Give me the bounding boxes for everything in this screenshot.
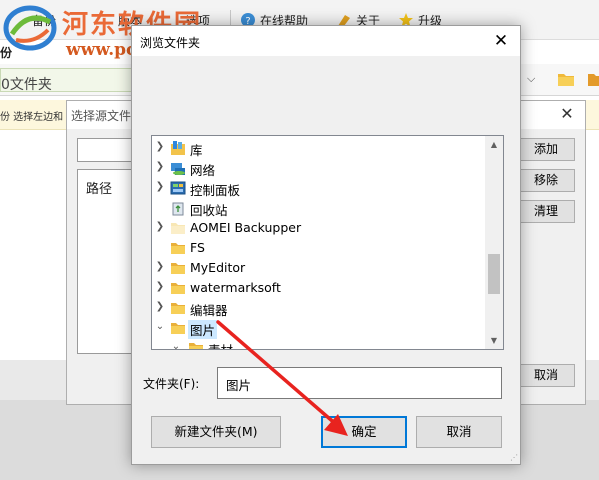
chevron-down-icon[interactable]: ⌄ [154, 320, 166, 334]
remove-button[interactable]: 移除 [517, 169, 575, 192]
browse-title: 浏览文件夹 [140, 36, 201, 50]
folder-icon [171, 243, 185, 254]
tree-item[interactable]: ❯ 编辑器 [152, 298, 486, 318]
browse-titlebar: 浏览文件夹 ✕ [132, 26, 520, 56]
tree-scrollbar[interactable]: ▲ ▼ [485, 136, 503, 349]
chevron-down-icon[interactable]: ⌄ [170, 340, 182, 349]
chevron-right-icon[interactable]: ❯ [154, 220, 166, 234]
network-icon [171, 163, 185, 175]
tree-item[interactable]: FS [152, 238, 486, 258]
resize-grip-icon[interactable]: ⋰ [510, 453, 518, 462]
path-text: 0文件夹 [1, 77, 52, 93]
new-folder-button[interactable]: 新建文件夹(M) [151, 416, 281, 448]
chevron-right-icon[interactable]: ❯ [154, 280, 166, 294]
scroll-up-icon[interactable]: ▲ [485, 136, 503, 153]
control-panel-icon [170, 181, 186, 195]
recycle-bin-icon [172, 202, 184, 216]
clear-button[interactable]: 清理 [517, 200, 575, 223]
library-icon [171, 141, 185, 155]
tree-item[interactable]: ❯ AOMEI Backupper [152, 218, 486, 238]
chevron-right-icon[interactable]: ❯ [154, 160, 166, 174]
tree-item[interactable]: ⌄ 素材 [152, 338, 486, 349]
tree-item-label: FS [190, 240, 205, 255]
scroll-down-icon[interactable]: ▼ [485, 332, 503, 349]
folder-icon [171, 263, 185, 274]
cancel-button[interactable]: 取消 [416, 416, 502, 448]
folder-field-value: 图片 [226, 378, 252, 393]
chevron-right-icon[interactable]: ❯ [154, 300, 166, 314]
add-button[interactable]: 添加 [517, 138, 575, 161]
folder-icon [171, 303, 185, 314]
chevron-right-icon[interactable]: ❯ [154, 140, 166, 154]
folder-icon [189, 343, 203, 349]
tree-item[interactable]: ❯ 控制面板 [152, 178, 486, 198]
tree-item-label: 素材 [208, 340, 233, 349]
tree-item-label: 编辑器 [190, 303, 228, 318]
watermark-logo-icon [3, 5, 57, 51]
scrollbar-thumb[interactable] [488, 254, 500, 294]
tree-item-label: MyEditor [190, 260, 246, 275]
tree-item-label: 回收站 [190, 203, 228, 218]
tree-item-label: AOMEI Backupper [190, 220, 302, 235]
tree-item-label: watermarksoft [190, 280, 281, 295]
source-list-header: 路径 [86, 182, 113, 197]
folder-icon [171, 223, 185, 234]
tree-item[interactable]: ❯ watermarksoft [152, 278, 486, 298]
chevron-down-icon[interactable]: ⌵ [527, 72, 535, 86]
tree-item-selected[interactable]: ⌄ 图片 [152, 318, 486, 339]
tree-item[interactable]: ❯ 库 [152, 138, 486, 158]
tree-item-label: 网络 [190, 163, 216, 178]
folder-field[interactable]: 图片 [217, 367, 502, 399]
close-icon[interactable]: ✕ [486, 29, 516, 53]
source-cancel-button[interactable]: 取消 [517, 364, 575, 387]
folder-tree[interactable]: ❯ 库 ❯ 网络 ❯ 控制面板 回收站 ❯ AOMEI Backupper FS… [151, 135, 504, 350]
folder-icon [171, 283, 185, 294]
close-icon[interactable]: ✕ [555, 103, 579, 125]
ok-button[interactable]: 确定 [321, 416, 407, 448]
tree-item-label: 控制面板 [190, 183, 241, 198]
chevron-right-icon[interactable]: ❯ [154, 180, 166, 194]
tree-item[interactable]: 回收站 [152, 198, 486, 218]
tree-item[interactable]: ❯ 网络 [152, 158, 486, 178]
folder-icon [171, 323, 185, 334]
tree-item-label: 库 [190, 143, 203, 158]
hint-text: 份 选择左边和 [0, 112, 64, 123]
folder-icon[interactable] [558, 73, 574, 86]
folder-icon[interactable] [588, 73, 599, 86]
folder-field-label: 文件夹(F): [143, 377, 200, 391]
browse-folder-dialog: 浏览文件夹 ✕ ❯ 库 ❯ 网络 ❯ 控制面板 回收站 ❯ AOMEI Back… [131, 25, 521, 465]
tree-item-label: 图片 [188, 320, 218, 339]
chevron-right-icon[interactable]: ❯ [154, 260, 166, 274]
tree-item[interactable]: ❯ MyEditor [152, 258, 486, 278]
